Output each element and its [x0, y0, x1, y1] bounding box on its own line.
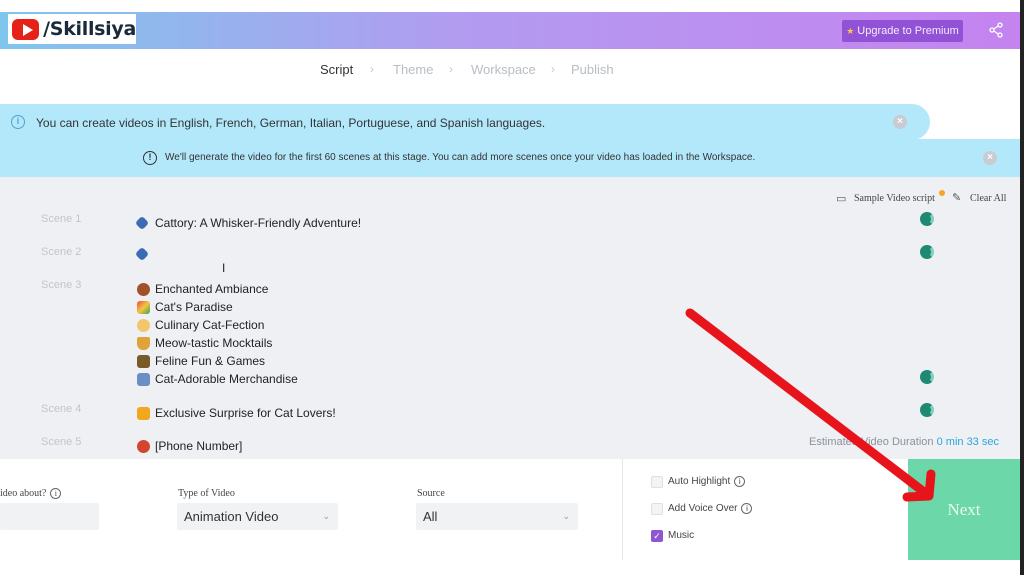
red-annotation-arrow [685, 308, 936, 502]
arrow-shaft [685, 308, 929, 497]
